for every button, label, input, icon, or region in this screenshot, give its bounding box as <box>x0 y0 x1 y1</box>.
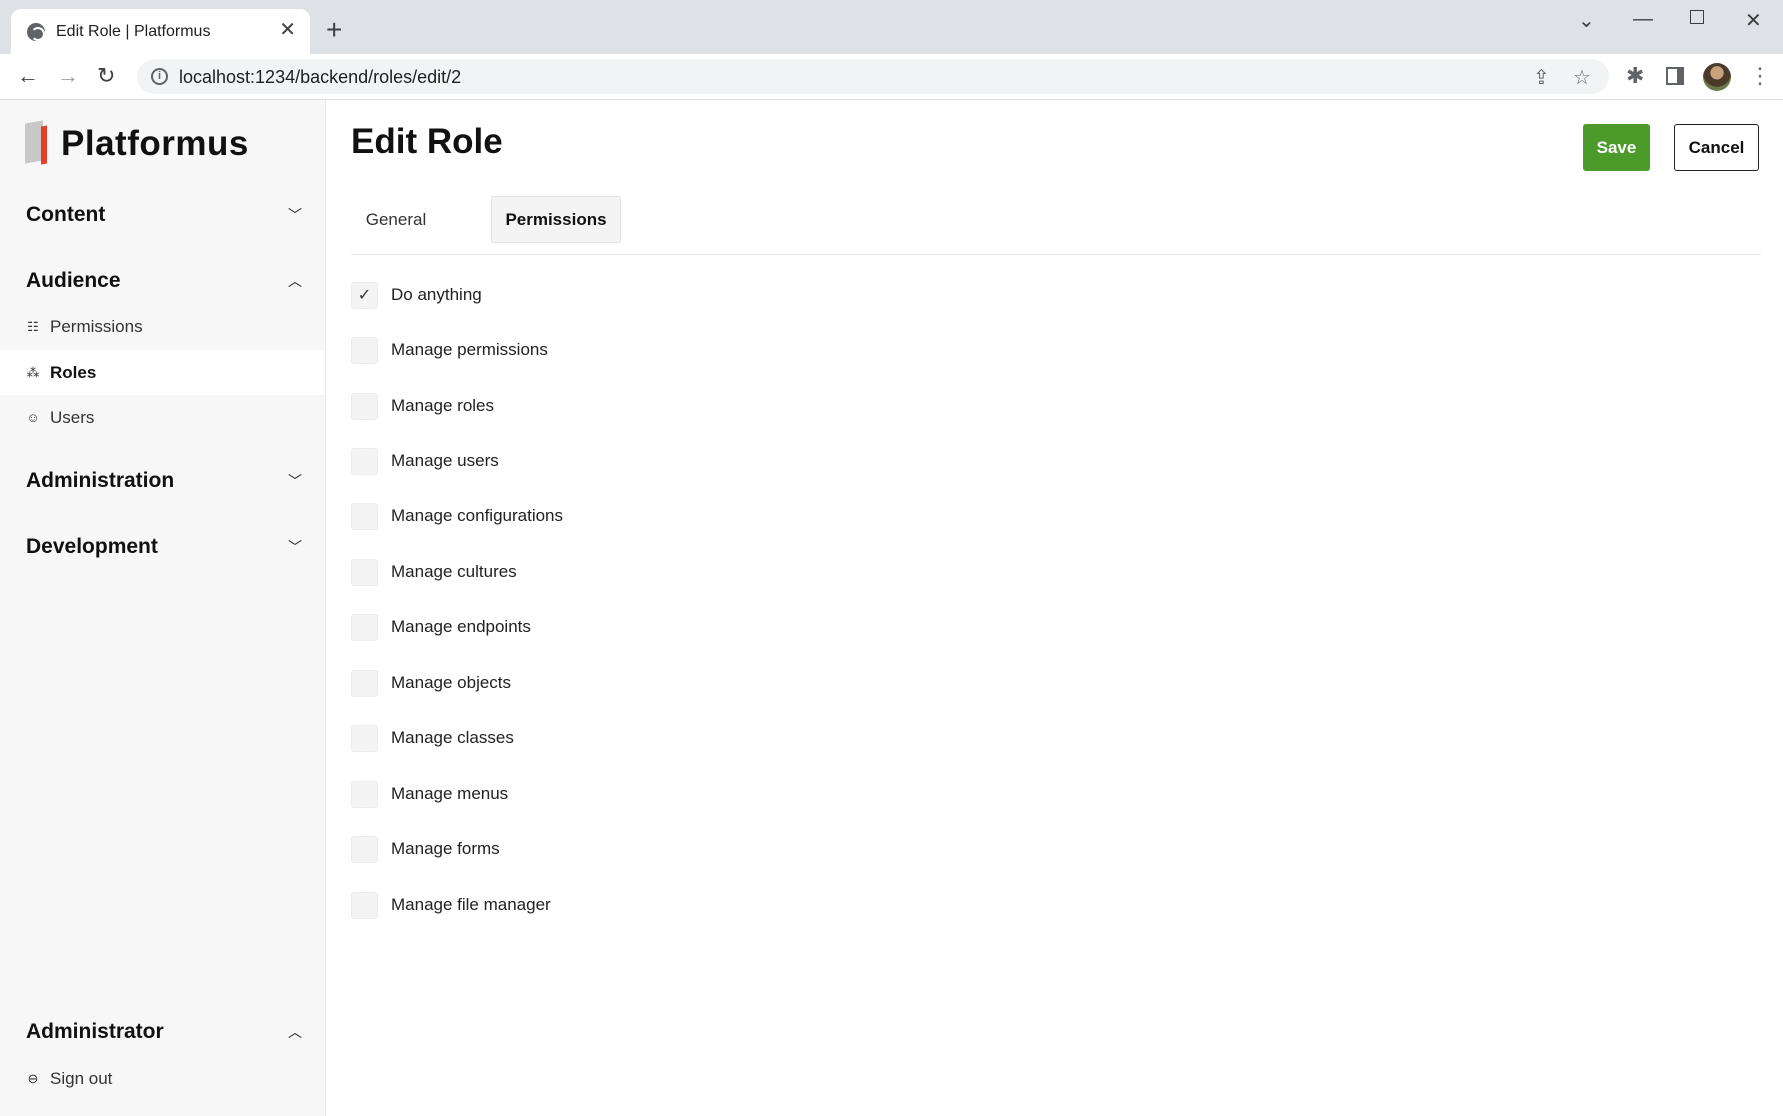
permission-label: Manage users <box>391 451 499 470</box>
permission-label: Manage objects <box>391 673 512 692</box>
reload-icon[interactable]: ↻ <box>97 63 115 89</box>
chevron-up-icon: ︿ <box>288 1024 302 1040</box>
logo-text: Platformus <box>61 124 249 163</box>
permission-label: Manage endpoints <box>391 617 531 636</box>
sign-out-link[interactable]: ⊖ Sign out <box>0 1056 325 1101</box>
permission-label: Manage classes <box>391 728 514 747</box>
share-icon[interactable]: ⇪ <box>1533 65 1550 90</box>
sidebar-item-users[interactable]: ☺ Users <box>0 395 325 440</box>
checkbox-checked[interactable]: ✓ <box>351 281 378 309</box>
permission-item[interactable]: Manage file manager <box>351 891 551 919</box>
permission-label: Manage forms <box>391 839 500 858</box>
permission-item[interactable]: Manage classes <box>351 724 514 752</box>
permission-label: Manage menus <box>391 784 509 803</box>
permission-label: Manage configurations <box>391 506 564 525</box>
tab-bar: General Permissions <box>351 196 1761 255</box>
permission-item[interactable]: Manage users <box>351 447 499 475</box>
sidebar: Platformus Content ﹀ Audience ︿ ☷ Permis… <box>0 100 326 1116</box>
chevron-down-icon: ﹀ <box>288 539 302 555</box>
side-panel-icon[interactable] <box>1666 67 1684 85</box>
permission-item[interactable]: Manage objects <box>351 669 511 697</box>
save-button[interactable]: Save <box>1583 124 1650 171</box>
sidebar-group-content[interactable]: Content ﹀ <box>26 200 302 230</box>
tab-search-icon[interactable]: ⌄ <box>1578 8 1595 33</box>
browser-tab[interactable]: Edit Role | Platformus ✕ <box>11 9 310 54</box>
back-icon[interactable]: ← <box>17 63 39 89</box>
browser-tab-title: Edit Role | Platformus <box>56 23 211 40</box>
globe-icon <box>27 23 45 41</box>
permission-label: Manage permissions <box>391 340 548 359</box>
sidebar-item-label: Permissions <box>50 316 143 336</box>
chevron-up-icon: ︿ <box>288 273 302 289</box>
permission-item[interactable]: ✓ Do anything <box>351 281 482 309</box>
permission-item[interactable]: Manage roles <box>351 392 494 420</box>
permission-label: Do anything <box>391 285 482 304</box>
sidebar-group-development[interactable]: Development ﹀ <box>26 532 302 562</box>
sign-out-icon: ⊖ <box>27 1070 39 1086</box>
url-text[interactable]: localhost:1234/backend/roles/edit/2 <box>179 67 461 88</box>
sidebar-item-label: Users <box>50 407 95 427</box>
sidebar-group-administrator[interactable]: Administrator ︿ <box>26 1017 302 1047</box>
tab-general[interactable]: General <box>351 196 441 243</box>
checkbox[interactable] <box>351 613 378 641</box>
chevron-down-icon: ﹀ <box>288 473 302 489</box>
address-bar[interactable]: i localhost:1234/backend/roles/edit/2 ⇪ … <box>137 59 1609 94</box>
minimize-icon[interactable]: — <box>1633 8 1653 31</box>
logo-mark-icon <box>25 120 49 166</box>
sidebar-group-label: Content <box>26 203 106 226</box>
checkbox[interactable] <box>351 669 378 697</box>
permission-label: Manage roles <box>391 396 495 415</box>
extensions-icon[interactable]: ✱ <box>1626 64 1644 88</box>
maximize-icon[interactable] <box>1690 10 1704 24</box>
browser-tab-bar: Edit Role | Platformus ✕ + ⌄ — ✕ <box>0 0 1783 54</box>
site-info-icon[interactable]: i <box>151 68 168 85</box>
new-tab-icon[interactable]: + <box>326 16 342 44</box>
logo[interactable]: Platformus <box>25 120 249 166</box>
browser-toolbar: ← → ↻ i localhost:1234/backend/roles/edi… <box>0 54 1783 100</box>
checkbox[interactable] <box>351 780 378 808</box>
permission-item[interactable]: Manage forms <box>351 835 500 863</box>
chevron-down-icon: ﹀ <box>288 207 302 223</box>
checkbox[interactable] <box>351 724 378 752</box>
sidebar-group-label: Administration <box>26 469 175 492</box>
permission-item[interactable]: Manage permissions <box>351 336 548 364</box>
checkbox[interactable] <box>351 502 378 530</box>
checkmark-icon: ✓ <box>357 287 372 304</box>
browser-menu-icon[interactable]: ⋮ <box>1749 64 1771 88</box>
sidebar-group-label: Audience <box>26 269 121 292</box>
sidebar-group-label: Administrator <box>26 1020 164 1043</box>
page-title: Edit Role <box>351 122 503 161</box>
bookmark-star-icon[interactable]: ☆ <box>1573 65 1591 90</box>
sidebar-group-audience[interactable]: Audience ︿ <box>26 266 302 296</box>
sidebar-group-administration[interactable]: Administration ﹀ <box>26 466 302 496</box>
forward-icon[interactable]: → <box>57 63 79 89</box>
checkbox[interactable] <box>351 835 378 863</box>
main-content: Edit Role Save Cancel General Permission… <box>326 100 1783 1116</box>
permission-label: Manage file manager <box>391 895 551 914</box>
window-close-icon[interactable]: ✕ <box>1745 8 1762 33</box>
permission-item[interactable]: Manage menus <box>351 780 508 808</box>
checkbox[interactable] <box>351 558 378 586</box>
permission-item[interactable]: Manage configurations <box>351 502 563 530</box>
checkbox[interactable] <box>351 392 378 420</box>
sidebar-item-label: Roles <box>50 362 97 382</box>
checkbox[interactable] <box>351 447 378 475</box>
sidebar-item-permissions[interactable]: ☷ Permissions <box>0 304 325 349</box>
cancel-button[interactable]: Cancel <box>1674 124 1759 171</box>
roles-icon: ⁂ <box>26 364 40 380</box>
users-icon: ☺ <box>26 410 40 425</box>
checkbox[interactable] <box>351 336 378 364</box>
permission-item[interactable]: Manage endpoints <box>351 613 531 641</box>
permission-label: Manage cultures <box>391 562 517 581</box>
sidebar-item-roles[interactable]: ⁂ Roles <box>0 350 325 395</box>
permission-item[interactable]: Manage cultures <box>351 558 517 586</box>
close-tab-icon[interactable]: ✕ <box>279 20 296 40</box>
sidebar-group-label: Development <box>26 535 158 558</box>
checkbox[interactable] <box>351 891 378 919</box>
sign-out-label: Sign out <box>50 1068 113 1088</box>
permissions-icon: ☷ <box>27 318 39 334</box>
tab-permissions[interactable]: Permissions <box>491 196 621 243</box>
profile-avatar[interactable] <box>1703 63 1731 91</box>
